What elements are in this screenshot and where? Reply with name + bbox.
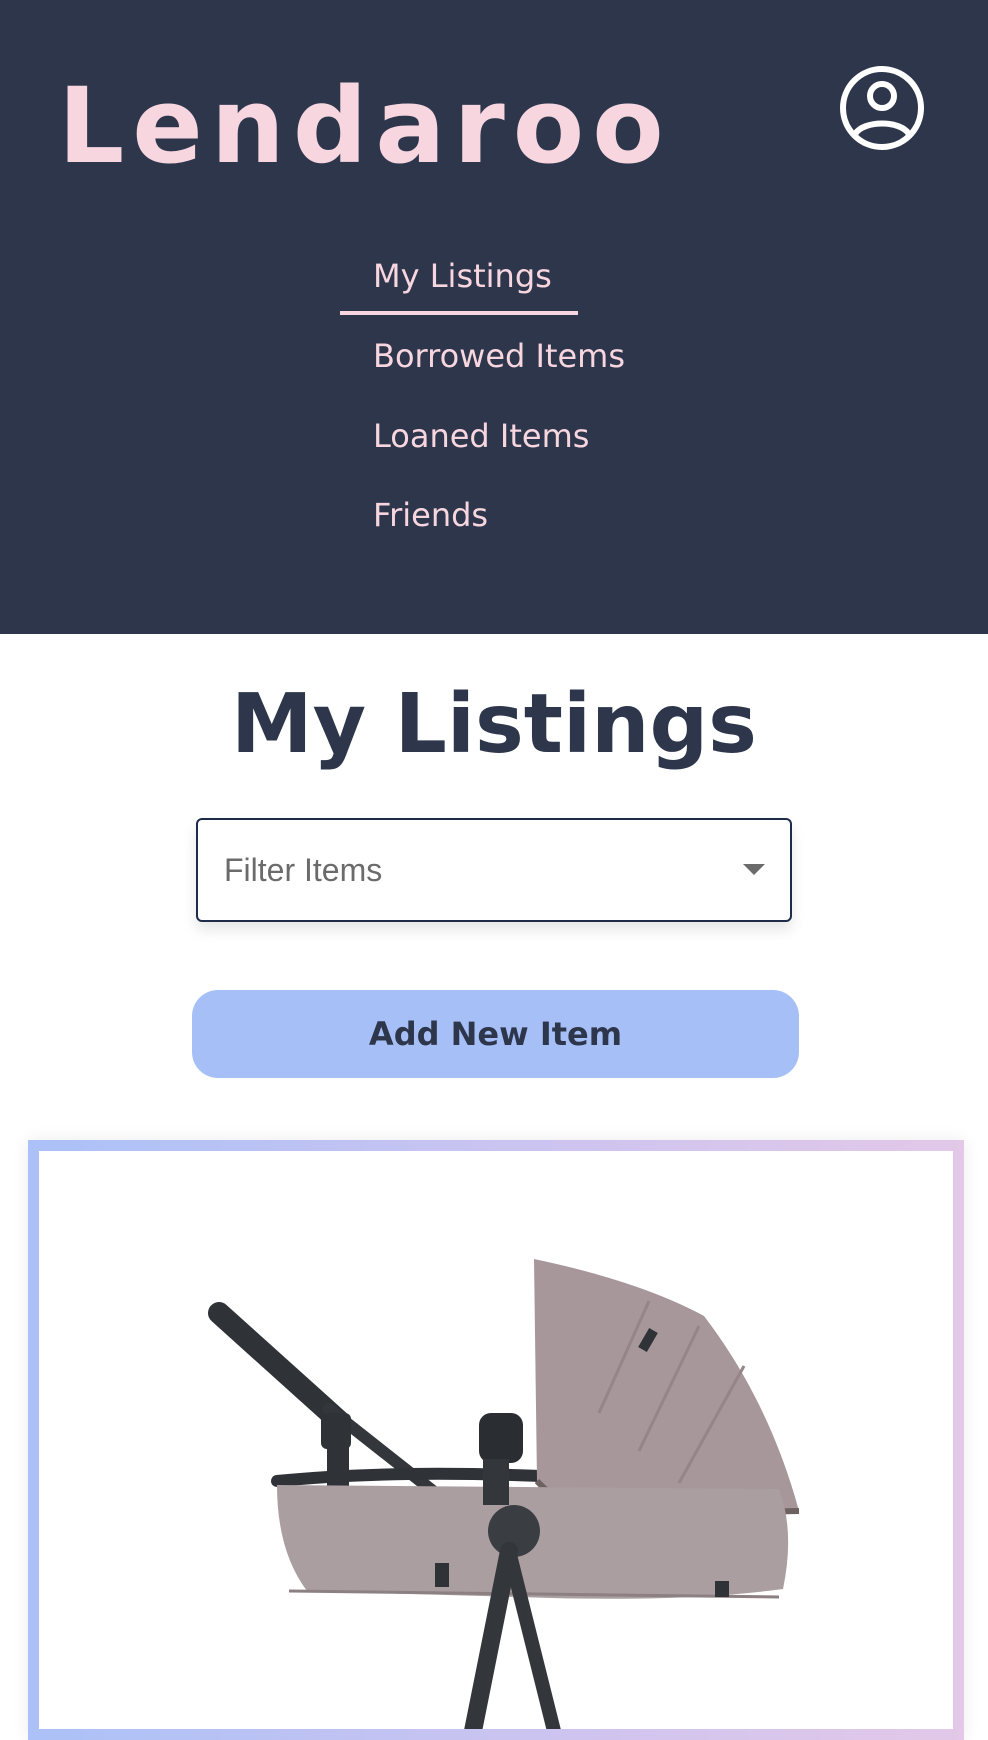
nav-item-friends[interactable]: Friends <box>373 499 488 531</box>
page-title: My Listings <box>231 677 757 772</box>
listing-card[interactable] <box>28 1140 964 1740</box>
listing-card-body <box>39 1151 953 1729</box>
nav-item-my-listings[interactable]: My Listings <box>373 260 552 292</box>
filter-placeholder: Filter Items <box>224 852 383 888</box>
nav-active-indicator <box>340 311 578 315</box>
account-circle-icon[interactable] <box>838 64 926 152</box>
add-new-item-button[interactable]: Add New Item <box>192 990 799 1078</box>
filter-items-select[interactable]: Filter Items <box>196 818 792 922</box>
app-header: Lendaroo My Listings Borrowed Items Loan… <box>0 0 988 634</box>
nav-item-borrowed-items[interactable]: Borrowed Items <box>373 340 625 372</box>
app-logo[interactable]: Lendaroo <box>58 74 672 178</box>
stroller-image <box>208 1259 800 1729</box>
nav-item-loaned-items[interactable]: Loaned Items <box>373 420 589 452</box>
dropdown-arrow-icon <box>743 864 765 875</box>
